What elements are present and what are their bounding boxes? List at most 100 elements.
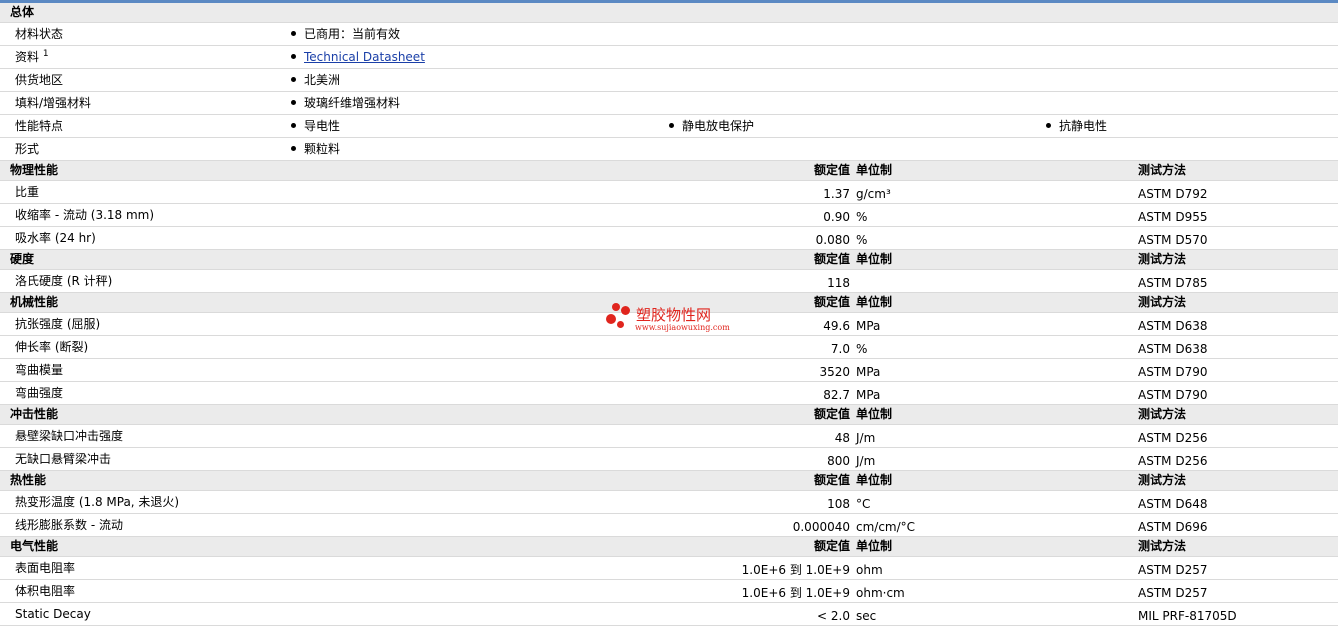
bullet-text: 颗粒料 bbox=[304, 142, 341, 156]
bullet-dot bbox=[291, 146, 296, 151]
bullet-item: 玻璃纤维增强材料 bbox=[291, 92, 400, 114]
section-title: 总体 bbox=[10, 5, 35, 19]
bullet-text: 玻璃纤维增强材料 bbox=[304, 96, 401, 110]
column-header-value: 额定值 bbox=[813, 407, 850, 421]
footnote-marker: 1 bbox=[42, 49, 49, 59]
bullet-text: 已商用：当前有效 bbox=[304, 27, 401, 41]
property-label: Static Decay bbox=[15, 607, 91, 621]
section-title: 电气性能 bbox=[10, 539, 59, 553]
property-label: 弯曲强度 bbox=[15, 386, 64, 400]
table-row: Static Decay < 2.0 sec MIL PRF-81705D bbox=[0, 603, 1338, 626]
bullet-text: 静电放电保护 bbox=[682, 119, 755, 133]
datasheet-link[interactable]: Technical Datasheet bbox=[304, 50, 425, 64]
section-header: 电气性能 额定值 单位制 测试方法 bbox=[0, 537, 1338, 557]
table-row: 资料 1 Technical Datasheet bbox=[0, 46, 1338, 69]
property-label-text: 性能特点 bbox=[15, 119, 64, 133]
table-row: 收缩率 - 流动 (3.18 mm) 0.90% ASTM D955 bbox=[0, 204, 1338, 227]
table-row: 伸长率 (断裂) 7.0% ASTM D638 bbox=[0, 336, 1338, 359]
table-row: 比重 1.37 g/cm³ ASTM D792 bbox=[0, 181, 1338, 204]
column-header-method: 测试方法 bbox=[1138, 539, 1187, 553]
property-label: 比重 bbox=[15, 185, 40, 199]
property-label: 弯曲模量 bbox=[15, 363, 64, 377]
property-label-text: 供货地区 bbox=[15, 73, 64, 87]
table-row: 表面电阻率 1.0E+6 到 1.0E+9 ohm ASTM D257 bbox=[0, 557, 1338, 580]
bullet-item: 已商用：当前有效 bbox=[291, 23, 400, 45]
bullet-dot bbox=[291, 77, 296, 82]
bullet-item: Technical Datasheet bbox=[291, 46, 425, 68]
bullet-item: 导电性 bbox=[291, 115, 340, 137]
bullet-dot bbox=[1046, 123, 1051, 128]
column-header-unit: 单位制 bbox=[856, 295, 893, 309]
property-label: 表面电阻率 bbox=[15, 561, 76, 575]
property-label: 收缩率 - 流动 (3.18 mm) bbox=[15, 208, 155, 222]
test-method: MIL PRF-81705D bbox=[1138, 609, 1237, 623]
section-header: 热性能 额定值 单位制 测试方法 bbox=[0, 471, 1338, 491]
section-header: 冲击性能 额定值 单位制 测试方法 bbox=[0, 405, 1338, 425]
section-header: 硬度 额定值 单位制 测试方法 bbox=[0, 250, 1338, 270]
column-header-value: 额定值 bbox=[813, 163, 850, 177]
column-header-method: 测试方法 bbox=[1138, 163, 1187, 177]
table-row: 材料状态 已商用：当前有效 bbox=[0, 23, 1338, 46]
table-row: 弯曲强度 82.7 MPa ASTM D790 bbox=[0, 382, 1338, 405]
column-header-unit: 单位制 bbox=[856, 539, 893, 553]
bullet-item: 抗静电性 bbox=[1046, 115, 1107, 137]
property-label-text: 资料 bbox=[15, 50, 40, 64]
table-row: 洛氏硬度 (R 计秤) 118 ASTM D785 bbox=[0, 270, 1338, 293]
table-row: 填料/增强材料 玻璃纤维增强材料 bbox=[0, 92, 1338, 115]
table-row: 弯曲模量 3520 MPa ASTM D790 bbox=[0, 359, 1338, 382]
column-header-method: 测试方法 bbox=[1138, 407, 1187, 421]
column-header-unit: 单位制 bbox=[856, 163, 893, 177]
property-label: 资料 1 bbox=[15, 46, 49, 68]
bullet-dot bbox=[291, 123, 296, 128]
section-title: 热性能 bbox=[10, 473, 47, 487]
property-label: 供货地区 bbox=[15, 69, 63, 91]
property-label: 形式 bbox=[15, 138, 39, 160]
property-label-text: 形式 bbox=[15, 142, 40, 156]
column-header-method: 测试方法 bbox=[1138, 252, 1187, 266]
table-row: 线形膨胀系数 - 流动 0.000040 cm/cm/°C ASTM D696 bbox=[0, 514, 1338, 537]
column-header-unit: 单位制 bbox=[856, 473, 893, 487]
property-label: 伸长率 (断裂) bbox=[15, 340, 89, 354]
column-header-value: 额定值 bbox=[813, 539, 850, 553]
section-title: 物理性能 bbox=[10, 163, 59, 177]
column-header-unit: 单位制 bbox=[856, 252, 893, 266]
bullet-item: 北美洲 bbox=[291, 69, 340, 91]
section-title: 硬度 bbox=[10, 252, 35, 266]
property-label: 洛氏硬度 (R 计秤) bbox=[15, 274, 113, 288]
bullet-dot bbox=[291, 100, 296, 105]
property-label: 线形膨胀系数 - 流动 bbox=[15, 518, 123, 532]
table-row: 形式 颗粒料 bbox=[0, 138, 1338, 161]
watermark-url: www.sujiaowuxing.com bbox=[635, 323, 730, 332]
table-row: 体积电阻率 1.0E+6 到 1.0E+9 ohm·cm ASTM D257 bbox=[0, 580, 1338, 603]
bullet-item: 静电放电保护 bbox=[669, 115, 754, 137]
property-unit: sec bbox=[856, 609, 877, 623]
property-label-text: 填料/增强材料 bbox=[15, 96, 92, 110]
property-label: 填料/增强材料 bbox=[15, 92, 91, 114]
column-header-method: 测试方法 bbox=[1138, 473, 1187, 487]
property-label: 无缺口悬臂梁冲击 bbox=[15, 452, 112, 466]
table-row: 悬壁梁缺口冲击强度 48 J/m ASTM D256 bbox=[0, 425, 1338, 448]
section-title: 机械性能 bbox=[10, 295, 59, 309]
column-header-value: 额定值 bbox=[813, 295, 850, 309]
column-header-value: 额定值 bbox=[813, 473, 850, 487]
property-label: 材料状态 bbox=[15, 23, 63, 45]
section-header: 物理性能 额定值 单位制 测试方法 bbox=[0, 161, 1338, 181]
property-label: 抗张强度 (屈服) bbox=[15, 317, 101, 331]
bullet-dot bbox=[291, 31, 296, 36]
bullet-text: 北美洲 bbox=[304, 73, 341, 87]
column-header-method: 测试方法 bbox=[1138, 295, 1187, 309]
column-header-value: 额定值 bbox=[813, 252, 850, 266]
property-label: 吸水率 (24 hr) bbox=[15, 231, 96, 245]
table-row: 无缺口悬臂梁冲击 800 J/m ASTM D256 bbox=[0, 448, 1338, 471]
bullet-text: 抗静电性 bbox=[1059, 119, 1108, 133]
section-title: 冲击性能 bbox=[10, 407, 59, 421]
property-label: 悬壁梁缺口冲击强度 bbox=[15, 429, 124, 443]
table-row: 性能特点 导电性 静电放电保护 抗静电性 bbox=[0, 115, 1338, 138]
bullet-dot bbox=[291, 54, 296, 59]
property-value: < 2.0 bbox=[817, 609, 850, 623]
bullet-text: 导电性 bbox=[304, 119, 341, 133]
table-row: 热变形温度 (1.8 MPa, 未退火) 108 °C ASTM D648 bbox=[0, 491, 1338, 514]
property-label-text: 材料状态 bbox=[15, 27, 64, 41]
section-header: 总体 bbox=[0, 3, 1338, 23]
bullet-dot bbox=[669, 123, 674, 128]
